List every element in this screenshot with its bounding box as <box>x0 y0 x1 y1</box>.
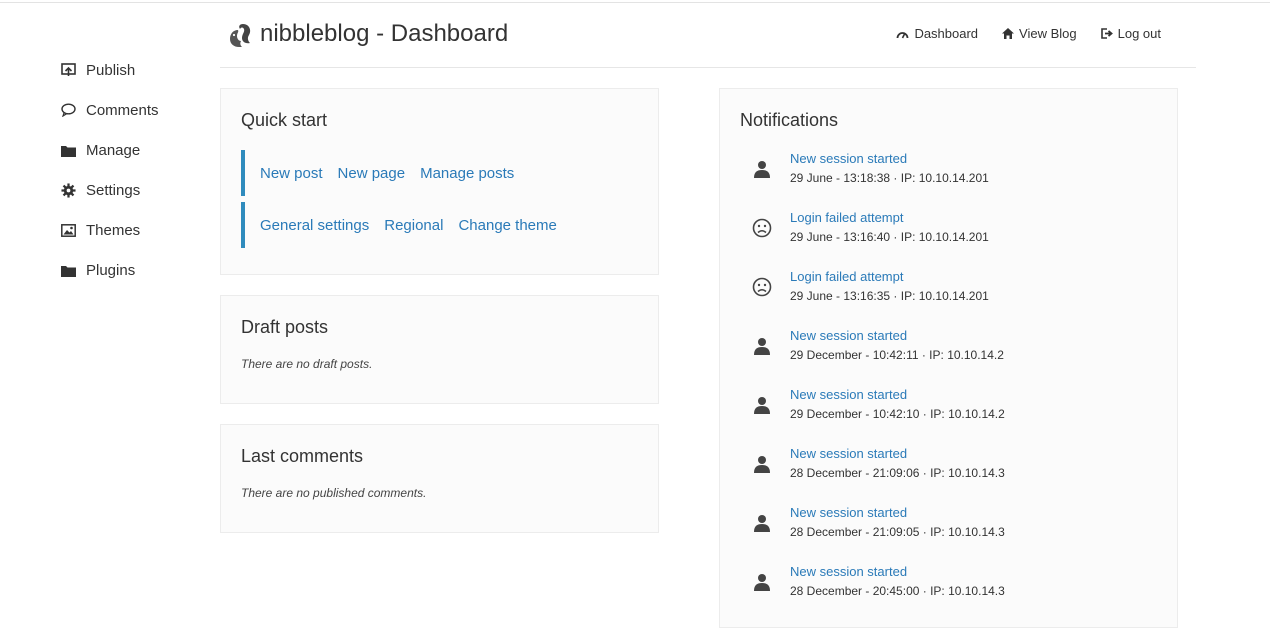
nav-view-blog[interactable]: View Blog <box>1002 26 1077 41</box>
user-icon <box>750 393 774 417</box>
notification-item: New session started 28 December - 20:45:… <box>740 562 1160 621</box>
change-theme-link[interactable]: Change theme <box>458 217 556 234</box>
gear-icon <box>60 182 76 198</box>
sidebar-item-label: Plugins <box>86 261 136 279</box>
user-icon <box>750 570 774 594</box>
user-icon <box>750 157 774 181</box>
new-post-link[interactable]: New post <box>260 165 323 182</box>
last-comments-panel: Last comments There are no published com… <box>220 424 659 533</box>
notification-list: New session started 29 June - 13:18:38 ·… <box>740 149 1160 621</box>
folder-icon <box>60 262 76 278</box>
sidebar-item-plugins[interactable]: Plugins <box>60 250 210 290</box>
user-icon <box>750 511 774 535</box>
notification-meta: 28 December - 21:09:06 · IP: 10.10.14.3 <box>790 466 1005 480</box>
notification-item: Login failed attempt 29 June - 13:16:40 … <box>740 208 1160 267</box>
quick-start-row-content: New post New page Manage posts <box>241 150 645 196</box>
notification-title[interactable]: Login failed attempt <box>790 269 903 284</box>
draft-posts-panel: Draft posts There are no draft posts. <box>220 295 659 404</box>
draft-posts-empty-text: There are no draft posts. <box>241 357 373 371</box>
sidebar-item-label: Manage <box>86 141 141 159</box>
sidebar-item-manage[interactable]: Manage <box>60 130 210 170</box>
notification-item: Login failed attempt 29 June - 13:16:35 … <box>740 267 1160 326</box>
quick-start-panel: Quick start New post New page Manage pos… <box>220 88 659 275</box>
user-icon <box>750 452 774 476</box>
logout-icon <box>1100 28 1113 39</box>
sad-face-icon <box>750 216 774 240</box>
notification-title[interactable]: New session started <box>790 446 907 461</box>
general-settings-link[interactable]: General settings <box>260 217 369 234</box>
top-nav: Dashboard View Blog Log out <box>872 26 1161 41</box>
notification-meta: 29 December - 10:42:11 · IP: 10.10.14.2 <box>790 348 1004 362</box>
regional-link[interactable]: Regional <box>384 217 443 234</box>
notifications-panel: Notifications New session started 29 Jun… <box>719 88 1178 628</box>
notifications-title: Notifications <box>740 110 839 130</box>
manage-posts-link[interactable]: Manage posts <box>420 165 514 182</box>
sidebar-item-label: Comments <box>86 101 159 119</box>
notification-meta: 29 June - 13:16:40 · IP: 10.10.14.201 <box>790 230 989 244</box>
nav-log-out[interactable]: Log out <box>1100 26 1161 41</box>
sidebar-item-label: Settings <box>86 181 141 199</box>
notification-item: New session started 29 December - 10:42:… <box>740 385 1160 444</box>
nav-log-out-label: Log out <box>1117 26 1161 41</box>
quick-start-title: Quick start <box>241 110 328 130</box>
notification-title[interactable]: New session started <box>790 328 907 343</box>
home-icon <box>1002 28 1015 39</box>
notification-meta: 28 December - 21:09:05 · IP: 10.10.14.3 <box>790 525 1005 539</box>
notification-title[interactable]: New session started <box>790 505 907 520</box>
last-comments-empty-text: There are no published comments. <box>241 486 427 500</box>
header: nibbleblog - Dashboard Dashboard View Bl… <box>220 0 1196 68</box>
new-page-link[interactable]: New page <box>338 165 406 182</box>
sidebar-item-themes[interactable]: Themes <box>60 210 210 250</box>
notification-title[interactable]: New session started <box>790 387 907 402</box>
notification-meta: 28 December - 20:45:00 · IP: 10.10.14.3 <box>790 584 1005 598</box>
page-title: nibbleblog - Dashboard <box>260 20 509 47</box>
nav-view-blog-label: View Blog <box>1019 26 1077 41</box>
sidebar-item-publish[interactable]: Publish <box>60 50 210 90</box>
notification-item: New session started 29 June - 13:18:38 ·… <box>740 149 1160 208</box>
draft-posts-title: Draft posts <box>241 317 329 337</box>
sidebar-item-label: Themes <box>86 221 141 239</box>
image-icon <box>60 222 76 238</box>
sidebar-item-settings[interactable]: Settings <box>60 170 210 210</box>
folder-icon <box>60 142 76 158</box>
user-icon <box>750 334 774 358</box>
notification-title[interactable]: Login failed attempt <box>790 210 903 225</box>
notification-item: New session started 28 December - 21:09:… <box>740 444 1160 503</box>
notification-meta: 29 June - 13:16:35 · IP: 10.10.14.201 <box>790 289 989 303</box>
sad-face-icon <box>750 275 774 299</box>
nav-dashboard-label: Dashboard <box>914 26 979 41</box>
notification-meta: 29 December - 10:42:10 · IP: 10.10.14.2 <box>790 407 1005 421</box>
notification-title[interactable]: New session started <box>790 151 907 166</box>
last-comments-title: Last comments <box>241 446 364 466</box>
nav-dashboard[interactable]: Dashboard <box>896 26 978 41</box>
notification-title[interactable]: New session started <box>790 564 907 579</box>
dashboard-icon <box>897 31 909 38</box>
notification-item: New session started 29 December - 10:42:… <box>740 326 1160 385</box>
notification-meta: 29 June - 13:18:38 · IP: 10.10.14.201 <box>790 171 989 185</box>
comment-icon <box>60 102 76 118</box>
squirrel-logo-icon <box>228 22 252 48</box>
sidebar-item-comments[interactable]: Comments <box>60 90 210 130</box>
sidebar-item-label: Publish <box>86 61 136 79</box>
quick-start-row-settings: General settings Regional Change theme <box>241 202 645 248</box>
notification-item: New session started 28 December - 21:09:… <box>740 503 1160 562</box>
sidebar: Publish Comments Manage Settings Themes … <box>60 50 210 290</box>
publish-icon <box>60 62 76 78</box>
